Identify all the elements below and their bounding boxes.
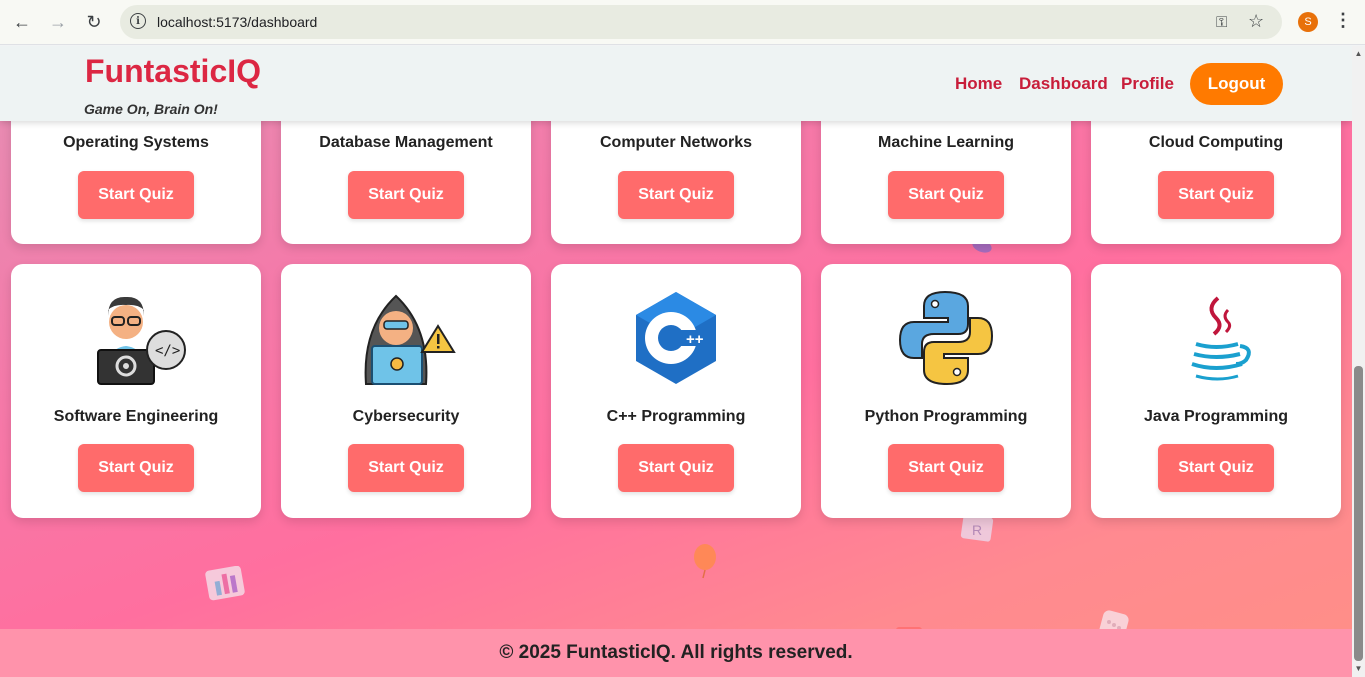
bar-chart-decoration-icon [205,566,245,601]
start-quiz-button[interactable]: Start Quiz [348,444,464,492]
brand-logo[interactable]: FuntasticIQ [85,53,261,90]
browser-menu-icon[interactable]: ⋮ [1334,10,1352,31]
quiz-card-title: Cybersecurity [352,408,460,425]
quiz-card: Python Programming Start Quiz [821,264,1071,518]
scroll-down-arrow-icon[interactable]: ▼ [1354,664,1363,673]
site-footer: © 2025 FuntasticIQ. All rights reserved. [0,629,1352,677]
start-quiz-button[interactable]: Start Quiz [888,444,1004,492]
nav-dashboard-link[interactable]: Dashboard [1019,74,1108,94]
start-quiz-button[interactable]: Start Quiz [618,444,734,492]
site-info-icon[interactable]: i [130,13,146,29]
quiz-card-title: Operating Systems [63,134,209,151]
site-header: FuntasticIQ Game On, Brain On! Home Dash… [0,46,1352,121]
address-bar[interactable]: i localhost:5173/dashboard ⚿ ☆ [120,5,1282,39]
quiz-card-title: Machine Learning [877,134,1015,151]
svg-text:</>: </> [155,343,180,359]
start-quiz-button[interactable]: Start Quiz [1158,171,1274,219]
svg-text:++: ++ [686,331,704,348]
quiz-card: </> Software Engineering Start Quiz [11,264,261,518]
page-viewport: R FuntasticIQ Game On, Brain On! Home Da… [0,46,1352,677]
quiz-card-title: Cloud Computing [1148,134,1284,151]
hacker-icon [364,294,456,385]
page-scrollbar[interactable]: ▲ ▼ [1352,46,1365,677]
scroll-up-arrow-icon[interactable]: ▲ [1354,49,1363,58]
quiz-card-title: Computer Networks [599,134,753,151]
cpp-logo-icon: ++ [636,292,716,384]
quiz-card-title: Database Management [319,134,493,151]
start-quiz-button[interactable]: Start Quiz [78,171,194,219]
quiz-card-title: Software Engineering [53,408,219,425]
svg-text:R: R [972,522,982,538]
back-arrow-icon[interactable]: ← [8,8,36,36]
nav-home-link[interactable]: Home [955,74,1002,94]
start-quiz-button[interactable]: Start Quiz [888,171,1004,219]
browser-toolbar: ← → ↻ i localhost:5173/dashboard ⚿ ☆ S ⋮ [0,0,1365,45]
quiz-card: Cybersecurity Start Quiz [281,264,531,518]
balloon-decoration-icon [694,544,716,579]
nav-profile-link[interactable]: Profile [1121,74,1174,94]
quiz-card-title: Java Programming [1143,408,1289,425]
start-quiz-button[interactable]: Start Quiz [1158,444,1274,492]
quiz-card-title: C++ Programming [606,408,746,425]
password-key-icon[interactable]: ⚿ [1216,14,1227,31]
url-text[interactable]: localhost:5173/dashboard [157,14,317,30]
card-decoration-icon: R [960,514,994,542]
quiz-card: ++ C++ Programming Start Quiz [551,264,801,518]
quiz-card-title: Python Programming [864,408,1028,425]
logout-button[interactable]: Logout [1190,63,1283,105]
start-quiz-button[interactable]: Start Quiz [78,444,194,492]
start-quiz-button[interactable]: Start Quiz [618,171,734,219]
tagline: Game On, Brain On! [84,101,218,117]
java-logo-icon [1191,296,1251,381]
start-quiz-button[interactable]: Start Quiz [348,171,464,219]
forward-arrow-icon[interactable]: → [44,8,72,36]
reload-icon[interactable]: ↻ [80,8,108,36]
developer-laptop-icon: </> [97,296,186,385]
scrollbar-thumb[interactable] [1354,366,1363,661]
profile-avatar[interactable]: S [1298,12,1318,32]
quiz-card: Java Programming Start Quiz [1091,264,1341,518]
bookmark-star-icon[interactable]: ☆ [1248,11,1264,32]
python-logo-icon [898,290,994,386]
